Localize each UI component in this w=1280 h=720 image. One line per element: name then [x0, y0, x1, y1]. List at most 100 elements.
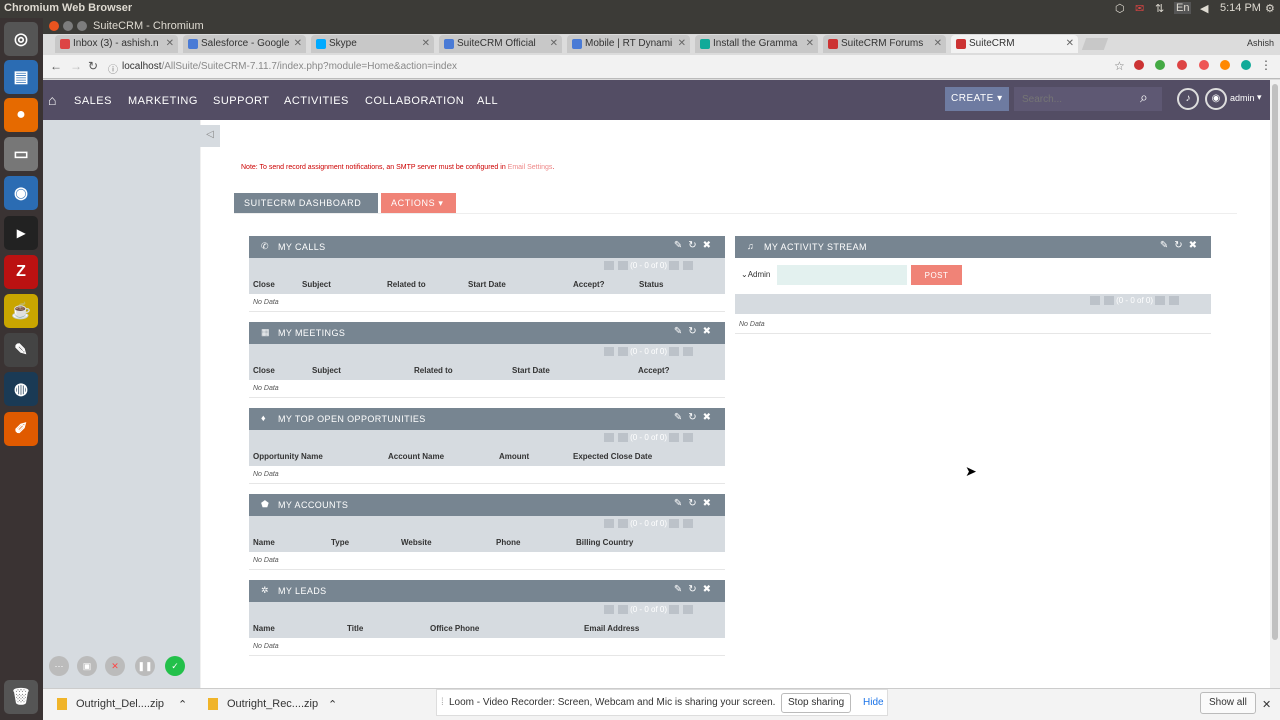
show-all-button[interactable]: Show all — [1200, 692, 1256, 714]
prev-page-icon[interactable] — [618, 347, 629, 357]
network-icon[interactable]: ⇅ — [1155, 2, 1164, 15]
forward-icon[interactable]: → — [70, 59, 82, 73]
next-page-icon[interactable] — [669, 605, 679, 615]
home-icon[interactable]: ⌂ — [48, 92, 56, 108]
search-icon[interactable]: ⌕ — [1140, 89, 1148, 106]
tab-salesforce[interactable]: Salesforce - Google ✕ — [183, 35, 306, 53]
close-icon[interactable]: ✕ — [1262, 698, 1271, 711]
tab-gmail[interactable]: Inbox (3) - ashish.n ✕ — [55, 35, 178, 53]
scrollbar-thumb[interactable] — [1272, 84, 1278, 640]
cancel-recording-icon[interactable]: ✕ — [105, 656, 125, 676]
edit-icon[interactable]: ✎ — [1160, 240, 1174, 251]
col-account-name[interactable]: Account Name — [388, 452, 444, 461]
next-page-icon[interactable] — [669, 347, 679, 357]
first-page-icon[interactable] — [1090, 296, 1101, 306]
col-title[interactable]: Title — [347, 624, 363, 633]
firefox-icon[interactable]: ● — [4, 98, 38, 132]
tab-skype[interactable]: Skype ✕ — [311, 35, 434, 53]
last-page-icon[interactable] — [683, 347, 693, 357]
extension-icon[interactable] — [1177, 60, 1187, 70]
refresh-icon[interactable]: ↻ — [688, 412, 702, 423]
col-start-date[interactable]: Start Date — [468, 280, 506, 289]
close-icon[interactable]: ✕ — [166, 38, 174, 49]
refresh-icon[interactable]: ↻ — [688, 326, 702, 337]
edit-icon[interactable]: ✎ — [674, 240, 688, 251]
chevron-up-icon[interactable]: ⌃ — [328, 698, 337, 711]
draw-icon[interactable]: ✎ — [4, 333, 38, 367]
ubuntu-icon[interactable]: ◎ — [4, 22, 38, 56]
terminal-icon[interactable]: ▸ — [4, 216, 38, 250]
scrollbar[interactable] — [1270, 80, 1280, 688]
profile-name[interactable]: Ashish — [1247, 38, 1274, 48]
extension-icon[interactable] — [1220, 60, 1230, 70]
bookmark-star-icon[interactable]: ☆ — [1114, 59, 1125, 73]
prev-page-icon[interactable] — [618, 261, 629, 271]
edit-icon[interactable]: ✎ — [674, 584, 688, 595]
close-icon[interactable]: ✕ — [550, 38, 558, 49]
col-name[interactable]: Name — [253, 538, 275, 547]
col-phone[interactable]: Phone — [496, 538, 520, 547]
last-page-icon[interactable] — [683, 605, 693, 615]
nav-marketing[interactable]: MARKETING — [128, 95, 198, 107]
tab-suitecrm-forums[interactable]: SuiteCRM Forums ✕ — [823, 35, 946, 53]
tab-mobile[interactable]: Mobile | RT Dynami ✕ — [567, 35, 690, 53]
nav-collaboration[interactable]: COLLABORATION — [365, 95, 464, 107]
drag-handle-icon[interactable]: ⁞ — [441, 697, 444, 708]
user-avatar-icon[interactable]: ◉ — [1205, 88, 1227, 110]
close-icon[interactable]: ✕ — [1066, 38, 1074, 49]
url-field[interactable]: ⓘ localhost/AllSuite/SuiteCRM-7.11.7/inde… — [104, 59, 1079, 76]
refresh-icon[interactable]: ↻ — [688, 240, 702, 251]
reload-icon[interactable]: ↻ — [88, 59, 98, 73]
first-page-icon[interactable] — [604, 519, 615, 529]
col-start-date[interactable]: Start Date — [512, 366, 550, 375]
prev-page-icon[interactable] — [618, 605, 629, 615]
nav-support[interactable]: SUPPORT — [213, 95, 269, 107]
close-icon[interactable]: ✕ — [678, 38, 686, 49]
col-status[interactable]: Status — [639, 280, 663, 289]
close-window-button[interactable] — [49, 21, 59, 31]
finish-recording-icon[interactable]: ✓ — [165, 656, 185, 676]
nav-all[interactable]: ALL — [477, 95, 498, 107]
dropbox-icon[interactable]: ⬡ — [1115, 2, 1125, 15]
download-item-2[interactable]: Outright_Rec....zip — [227, 698, 318, 710]
email-settings-link[interactable]: Email Settings — [508, 164, 553, 171]
hide-button[interactable]: Hide — [863, 697, 884, 708]
next-page-icon[interactable] — [1155, 296, 1165, 306]
first-page-icon[interactable] — [604, 605, 615, 615]
close-icon[interactable]: ✕ — [934, 38, 942, 49]
prev-page-icon[interactable] — [1104, 296, 1115, 306]
maximize-window-button[interactable] — [77, 21, 87, 31]
sidebar-toggle-icon[interactable]: ◁ — [200, 125, 220, 147]
col-office-phone[interactable]: Office Phone — [430, 624, 479, 633]
file-manager-icon[interactable]: ▭ — [4, 137, 38, 171]
col-billing-country[interactable]: Billing Country — [576, 538, 633, 547]
col-website[interactable]: Website — [401, 538, 432, 547]
tab-suitecrm[interactable]: SuiteCRM ✕ — [951, 35, 1078, 53]
extension-icon[interactable] — [1199, 60, 1209, 70]
refresh-icon[interactable]: ↻ — [688, 584, 702, 595]
clock[interactable]: 5:14 PM — [1220, 2, 1261, 14]
trash-icon[interactable]: 🗑 — [4, 680, 38, 714]
close-icon[interactable]: ✕ — [806, 38, 814, 49]
edit-icon[interactable]: ✎ — [674, 326, 688, 337]
stop-sharing-button[interactable]: Stop sharing — [781, 693, 852, 713]
close-icon[interactable]: ✖ — [703, 584, 717, 595]
prev-page-icon[interactable] — [618, 433, 629, 443]
first-page-icon[interactable] — [604, 261, 615, 271]
extension-icon[interactable] — [1134, 60, 1144, 70]
col-subject[interactable]: Subject — [312, 366, 341, 375]
tab-grammarly[interactable]: Install the Gramma ✕ — [695, 35, 818, 53]
caret-down-icon[interactable]: ▾ — [1257, 92, 1262, 103]
first-page-icon[interactable] — [604, 347, 615, 357]
files-icon[interactable]: ▤ — [4, 60, 38, 94]
minimize-window-button[interactable] — [63, 21, 73, 31]
grammarly-icon[interactable] — [1241, 60, 1251, 70]
bell-icon[interactable]: ♪ — [1177, 88, 1199, 110]
more-icon[interactable]: ⋯ — [49, 656, 69, 676]
keyboard-lang[interactable]: En — [1174, 2, 1192, 14]
col-amount[interactable]: Amount — [499, 452, 529, 461]
last-page-icon[interactable] — [683, 519, 693, 529]
tab-suitecrm-official[interactable]: SuiteCRM Official ✕ — [439, 35, 562, 53]
create-button[interactable]: CREATE ▾ — [945, 87, 1009, 111]
close-icon[interactable]: ✖ — [703, 498, 717, 509]
